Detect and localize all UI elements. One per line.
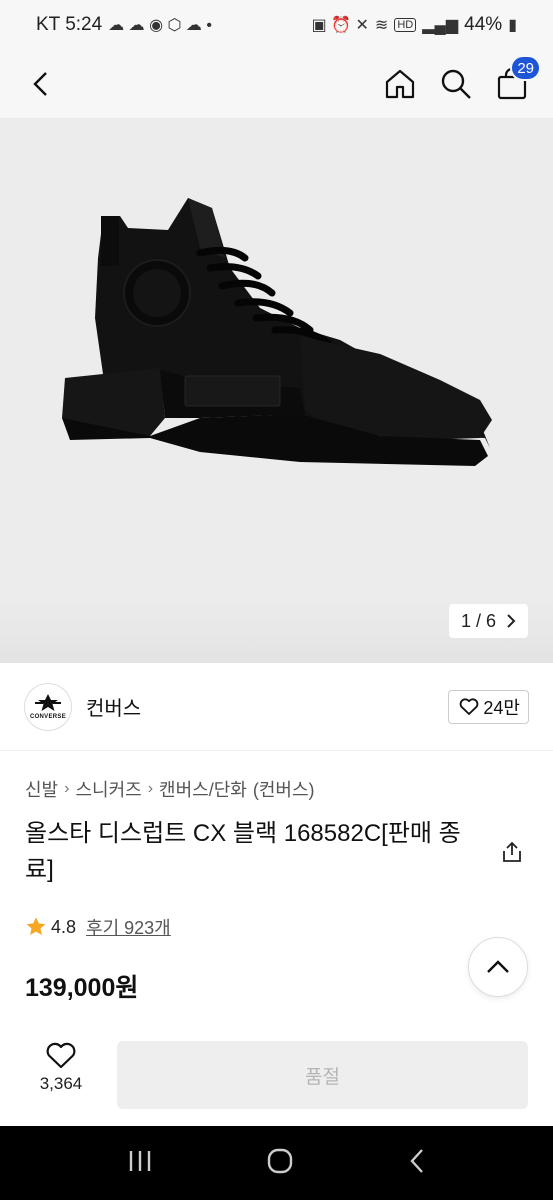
- status-bar: KT 5:24 ☁ ☁ ◉ ⬡ ☁ • ▣ ⏰ ✕ ≋ HD ▂▄▆ 44% ▮: [0, 0, 553, 50]
- heart-icon: [460, 697, 479, 715]
- wifi-icon: ≋: [374, 17, 389, 34]
- rating-row: 4.8 후기 923개: [25, 914, 171, 940]
- search-icon: [441, 69, 471, 99]
- bottom-action-bar: 3,364 품절: [0, 1022, 553, 1126]
- breadcrumb-item-shoes[interactable]: 신발: [25, 776, 58, 802]
- recent-apps-icon: [129, 1150, 151, 1171]
- product-title: 올스타 디스럽트 CX 블랙 168582C[판매 종료]: [25, 820, 461, 883]
- breadcrumb-item-canvas[interactable]: 캔버스/단화: [159, 776, 247, 802]
- battery-level: 44%: [464, 14, 503, 35]
- back-nav-button[interactable]: [408, 1148, 426, 1179]
- soldout-button[interactable]: 품절: [117, 1041, 528, 1109]
- chevron-up-icon: [487, 960, 509, 973]
- share-icon: [503, 841, 521, 862]
- wishlist-button[interactable]: 3,364: [26, 1042, 96, 1094]
- converse-star-icon: [35, 693, 61, 711]
- wishlist-count: 3,364: [39, 1074, 83, 1093]
- back-button[interactable]: [24, 67, 58, 101]
- review-link[interactable]: 후기 923개: [86, 914, 171, 940]
- recent-apps-button[interactable]: [127, 1149, 153, 1178]
- status-icons: ▣ ⏰ ✕: [311, 17, 369, 34]
- status-left: KT 5:24 ☁ ☁ ◉ ⬡ ☁ •: [36, 14, 212, 36]
- rating-value: 4.8: [51, 916, 77, 937]
- chevron-left-icon: [33, 72, 47, 96]
- brand-logo-text: CONVERSE: [29, 713, 67, 720]
- scroll-top-button[interactable]: [468, 937, 528, 997]
- brand-like-count: 24만: [483, 697, 520, 718]
- cart-count-badge: 29: [510, 55, 541, 81]
- status-right: ▣ ⏰ ✕ ≋ HD ▂▄▆ 44% ▮: [312, 14, 517, 36]
- brand-row: CONVERSE 컨버스 24만: [0, 663, 553, 751]
- brand-logo[interactable]: CONVERSE: [24, 682, 72, 731]
- heart-icon: [46, 1042, 76, 1069]
- battery-icon: ▮: [508, 17, 517, 34]
- signal-icon: ▂▄▆: [422, 17, 459, 34]
- brand-like-button[interactable]: 24만: [448, 689, 529, 724]
- chevron-right-icon: ›: [64, 780, 70, 797]
- product-price: 139,000원: [25, 974, 139, 1002]
- breadcrumb: 신발 › 스니커즈 › 캔버스/단화 (컨버스): [25, 776, 315, 802]
- image-counter-text: 1 / 6: [460, 610, 496, 631]
- chevron-right-icon: [507, 614, 516, 628]
- star-icon: [26, 917, 46, 935]
- image-counter[interactable]: 1 / 6: [448, 604, 528, 638]
- home-circle-icon: [268, 1148, 293, 1173]
- hd-label: HD: [394, 18, 417, 32]
- breadcrumb-item-sneakers[interactable]: 스니커즈: [75, 776, 141, 802]
- home-button[interactable]: [383, 67, 417, 101]
- sneaker-image: [62, 198, 492, 466]
- clock: KT 5:24: [36, 14, 103, 35]
- app-header: 29: [0, 50, 553, 118]
- brand-name[interactable]: 컨버스: [86, 692, 141, 721]
- back-nav-icon: [410, 1148, 424, 1173]
- notification-icons: ☁ ☁ ◉ ⬡ ☁ •: [108, 17, 212, 34]
- share-button[interactable]: [500, 840, 524, 869]
- cart-button[interactable]: 29: [495, 55, 541, 101]
- search-button[interactable]: [439, 67, 473, 101]
- home-nav-button[interactable]: [266, 1147, 294, 1180]
- header-actions: 29: [383, 55, 541, 101]
- system-nav-bar: [0, 1126, 553, 1200]
- home-icon: [385, 69, 415, 99]
- product-image-gallery[interactable]: 1 / 6: [0, 118, 553, 663]
- chevron-right-icon: ›: [147, 780, 154, 797]
- breadcrumb-item-brand[interactable]: (컨버스): [253, 776, 315, 802]
